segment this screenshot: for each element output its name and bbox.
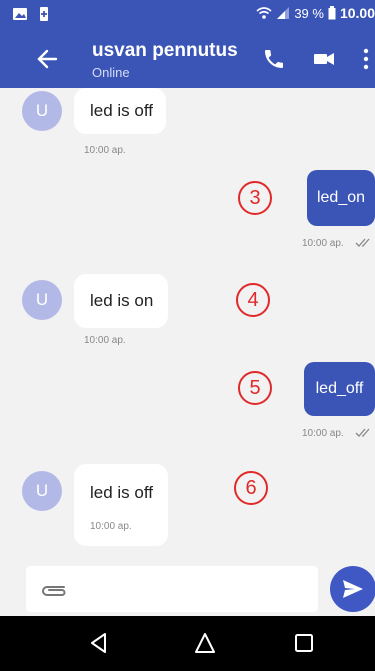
message-text: led is off xyxy=(90,483,154,502)
status-left xyxy=(12,6,52,22)
send-button[interactable] xyxy=(330,566,375,612)
gallery-icon xyxy=(13,8,27,20)
message-bubble-outgoing[interactable]: led_off xyxy=(304,362,375,416)
more-vertical-icon[interactable] xyxy=(362,48,370,70)
wifi-icon xyxy=(256,7,272,19)
annotation-number: 6 xyxy=(245,476,257,499)
phone-icon[interactable] xyxy=(262,47,286,71)
composer xyxy=(0,566,375,616)
triangle-back-icon[interactable] xyxy=(87,631,111,655)
square-recents-icon[interactable] xyxy=(292,631,316,655)
contact-status: Online xyxy=(92,65,130,80)
clock: 10.00 xyxy=(339,5,375,21)
arrow-left-icon[interactable] xyxy=(36,48,58,70)
message-input[interactable] xyxy=(26,566,318,612)
signal-icon xyxy=(277,7,290,19)
annotation-number: 5 xyxy=(249,376,261,399)
message-text: led_off xyxy=(315,380,364,397)
annotation-number: 4 xyxy=(247,288,259,311)
avatar-letter: U xyxy=(35,101,49,120)
annotation-marker: 4 xyxy=(236,283,270,317)
message-bubble-outgoing[interactable]: led_on xyxy=(307,170,375,226)
annotation-marker: 6 xyxy=(234,471,268,505)
message-time: 10:00 ap. xyxy=(90,521,132,532)
message-time: 10:00 ap. xyxy=(84,335,126,346)
status-right: 39 % 10.00 xyxy=(256,5,375,21)
annotation-number: 3 xyxy=(249,186,261,209)
paperclip-icon[interactable] xyxy=(38,578,68,600)
message-time: 10:00 ap. xyxy=(302,428,344,439)
message-text: led is on xyxy=(90,291,154,310)
home-circle-icon[interactable] xyxy=(193,631,217,655)
status-bar: 39 % 10.00 xyxy=(0,0,375,28)
annotation-marker: 5 xyxy=(238,371,272,405)
message-list[interactable]: U led is off 10:00 ap. 3 led_on 10:00 ap… xyxy=(0,88,375,566)
double-check-icon xyxy=(355,428,370,437)
battery-percent: 39 % xyxy=(294,5,324,21)
video-camera-icon[interactable] xyxy=(313,48,335,70)
battery-icon xyxy=(328,6,336,20)
message-bubble-incoming[interactable]: led is off xyxy=(74,88,166,134)
avatar[interactable]: U xyxy=(22,91,62,131)
message-bubble-incoming[interactable]: led is off 10:00 ap. xyxy=(74,464,168,546)
avatar[interactable]: U xyxy=(22,471,62,511)
message-bubble-incoming[interactable]: led is on xyxy=(74,274,168,328)
avatar-letter: U xyxy=(35,481,49,500)
contact-name[interactable]: usvan pennutus xyxy=(92,40,238,62)
message-time: 10:00 ap. xyxy=(302,238,344,249)
double-check-icon xyxy=(355,238,370,247)
system-nav-bar xyxy=(0,616,375,671)
battery-plus-icon xyxy=(40,7,48,21)
annotation-marker: 3 xyxy=(238,181,272,215)
message-time: 10:00 ap. xyxy=(84,145,126,156)
chat-header: usvan pennutus Online xyxy=(0,28,375,88)
avatar-letter: U xyxy=(35,290,49,309)
avatar[interactable]: U xyxy=(22,280,62,320)
send-icon xyxy=(343,580,363,598)
message-text: led is off xyxy=(90,101,154,120)
message-text: led_on xyxy=(316,189,366,206)
